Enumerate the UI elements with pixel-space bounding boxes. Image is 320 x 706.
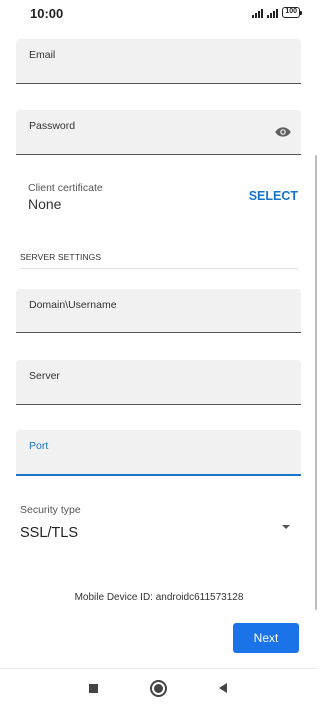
client-certificate-label: Client certificate [28, 182, 103, 194]
battery-level: 100 [285, 8, 297, 15]
scrollbar[interactable] [315, 155, 317, 610]
server-field[interactable]: Server [16, 360, 301, 405]
home-icon[interactable] [150, 680, 167, 697]
select-certificate-button[interactable]: SELECT [249, 189, 298, 203]
back-icon[interactable] [219, 683, 227, 693]
status-time: 10:00 [30, 6, 64, 21]
port-label: Port [29, 440, 49, 452]
email-label: Email [29, 49, 56, 61]
device-id-text: Mobile Device ID: androidc611573128 [74, 592, 244, 603]
navigation-bar [0, 668, 318, 706]
eye-icon[interactable] [275, 126, 291, 138]
device-id: Mobile Device ID: androidc611573128 [0, 592, 318, 603]
next-button[interactable]: Next [233, 623, 299, 653]
status-icons: 100 [252, 7, 302, 18]
password-field[interactable]: Password [16, 110, 301, 155]
password-label: Password [29, 120, 76, 132]
status-bar: 10:00 100 [0, 0, 318, 26]
signal-icon [267, 8, 279, 18]
domain-username-field[interactable]: Domain\Username [16, 289, 301, 333]
client-certificate-value: None [28, 196, 62, 212]
server-label: Server [29, 370, 60, 382]
security-type-label: Security type [20, 504, 81, 516]
security-type-select[interactable]: SSL/TLS [20, 525, 78, 541]
server-settings-heading: SERVER SETTINGS [20, 252, 102, 262]
signal-icon [252, 8, 264, 18]
battery-icon: 100 [282, 7, 302, 18]
section-divider [20, 268, 298, 269]
port-field[interactable]: Port [16, 430, 301, 476]
email-field[interactable]: Email [16, 39, 301, 84]
domain-username-label: Domain\Username [29, 299, 117, 311]
recents-icon[interactable] [89, 684, 98, 693]
dropdown-arrow-icon[interactable] [282, 525, 290, 529]
